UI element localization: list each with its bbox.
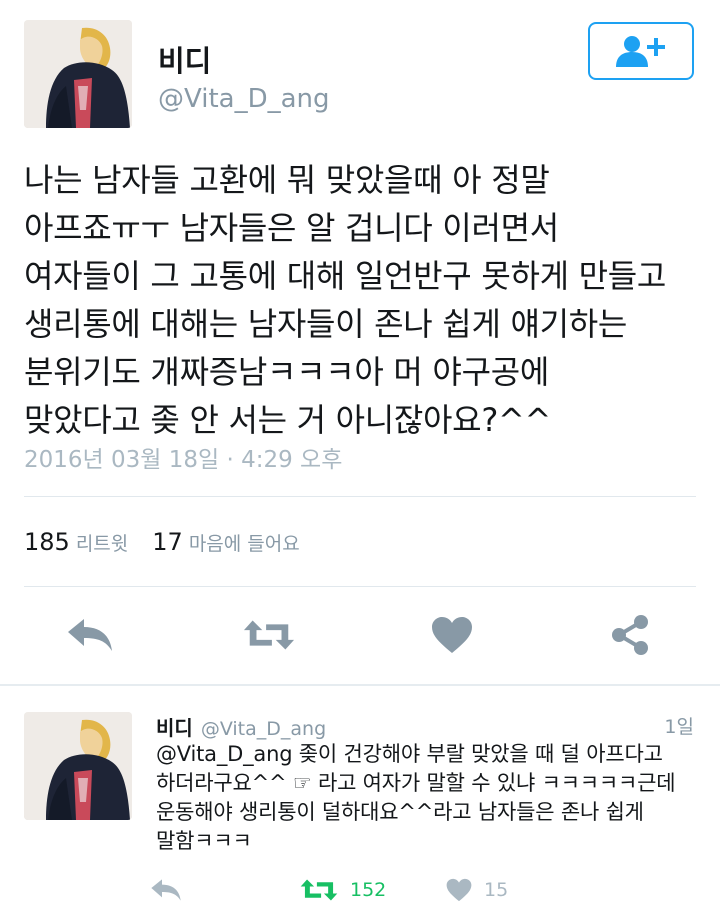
- reply-text: @Vita_D_ang 좆이 건강해야 부랄 맞았을 때 덜 아프다고 하더라구…: [156, 742, 676, 853]
- follow-button[interactable]: [588, 22, 694, 80]
- retweet-button[interactable]: [243, 612, 295, 658]
- retweet-count[interactable]: 185: [24, 528, 70, 556]
- reply-retweet-button[interactable]: 152: [300, 874, 386, 906]
- section-divider: [0, 684, 720, 686]
- reply-retweet-count: 152: [350, 879, 387, 901]
- reply-icon: [151, 879, 181, 901]
- reply-button[interactable]: [64, 612, 116, 658]
- reply-author-avatar[interactable]: [24, 712, 132, 820]
- author-handle[interactable]: @Vita_D_ang: [158, 84, 330, 114]
- share-icon: [612, 615, 648, 655]
- reply-header: 비디 @Vita_D_ang: [156, 712, 326, 741]
- reply-time[interactable]: 1일: [664, 712, 694, 739]
- retweet-label[interactable]: 리트윗: [76, 529, 128, 556]
- avatar-photo: [24, 712, 132, 820]
- avatar-photo: [24, 20, 132, 128]
- share-button[interactable]: [604, 612, 656, 658]
- divider: [24, 496, 696, 497]
- tweet-stats: 185 리트윗 17 마음에 들어요: [24, 528, 324, 556]
- tweet-text: 나는 남자들 고환에 뭐 맞았을때 아 정말 아프죠ㅠㅜ 남자들은 알 겁니다 …: [24, 161, 667, 439]
- retweet-icon: [300, 879, 338, 901]
- divider: [24, 586, 696, 587]
- reply-like-button[interactable]: 15: [446, 874, 508, 906]
- like-label[interactable]: 마음에 들어요: [189, 529, 300, 556]
- reply-author-handle[interactable]: @Vita_D_ang: [201, 718, 326, 740]
- heart-icon: [446, 878, 472, 902]
- reply-icon: [68, 619, 112, 651]
- retweet-icon: [243, 620, 295, 650]
- like-button[interactable]: [426, 612, 478, 658]
- author-avatar[interactable]: [24, 20, 132, 128]
- reply-like-count: 15: [484, 879, 509, 901]
- author-name[interactable]: 비디: [158, 38, 211, 80]
- reply-reply-button[interactable]: [150, 874, 182, 906]
- tweet-timestamp[interactable]: 2016년 03월 18일 · 4:29 오후: [24, 440, 342, 474]
- heart-icon: [432, 617, 472, 653]
- like-count[interactable]: 17: [152, 528, 183, 556]
- add-user-icon: [616, 36, 665, 67]
- reply-author-name[interactable]: 비디: [156, 712, 193, 741]
